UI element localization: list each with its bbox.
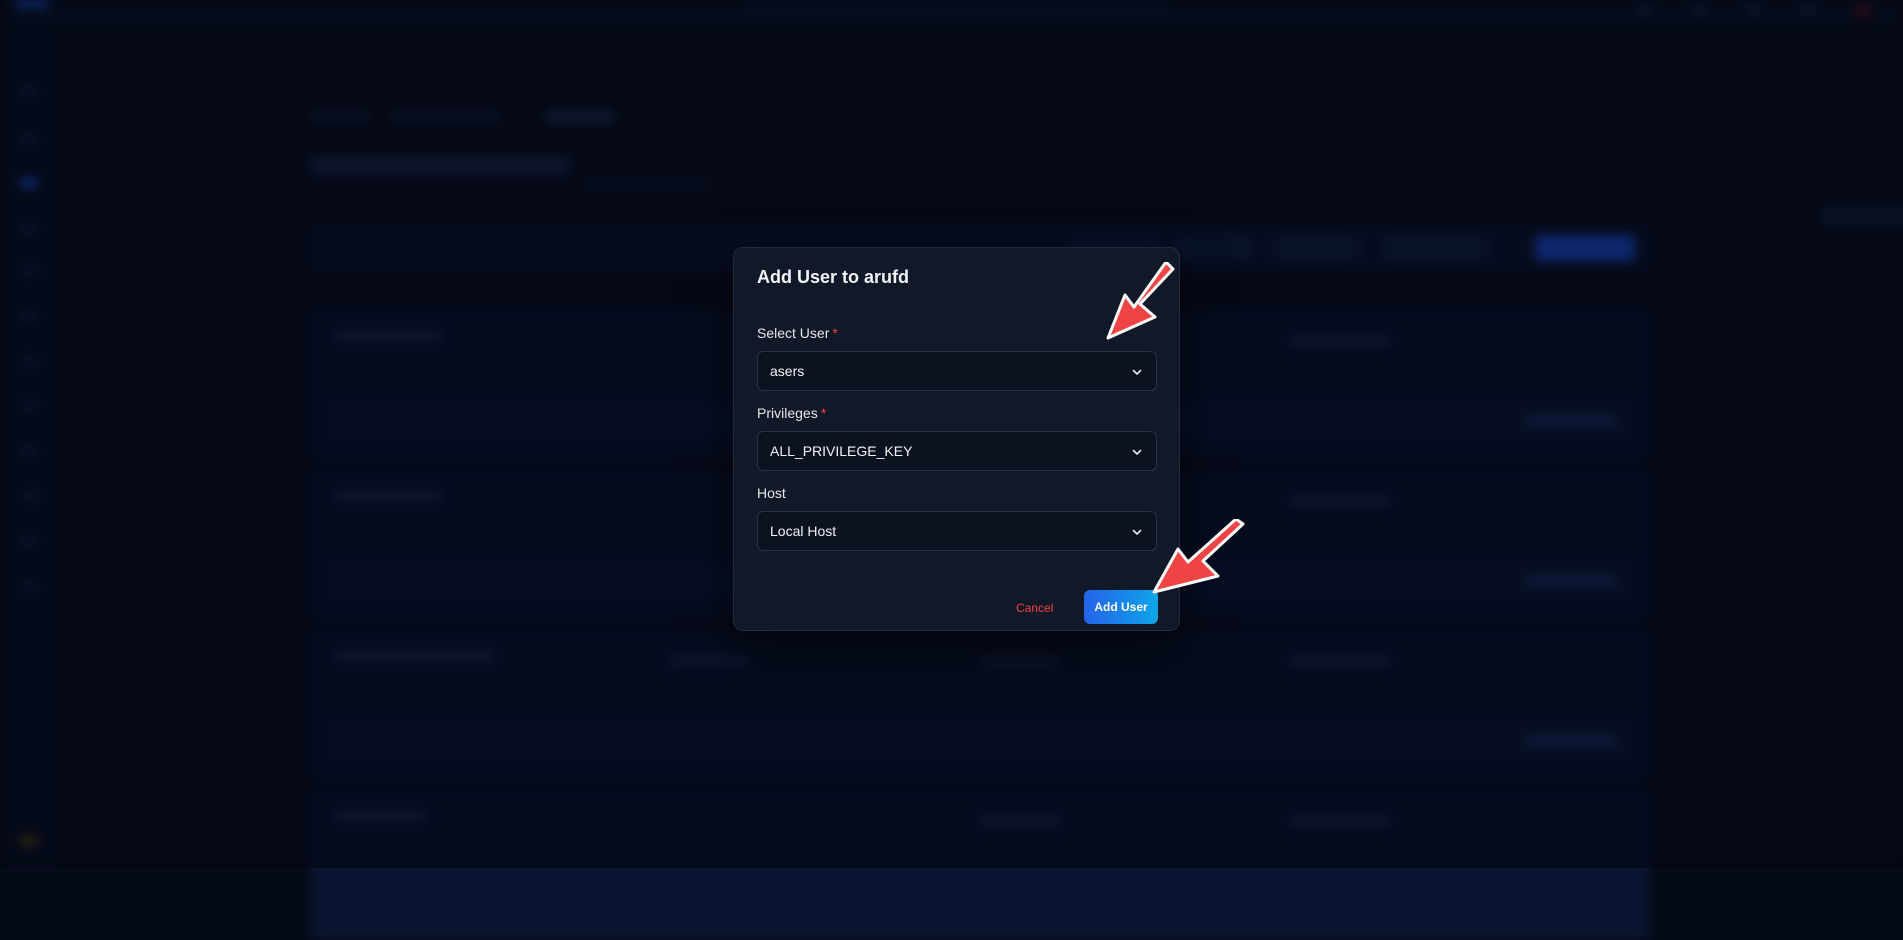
select-user-value: asers (770, 363, 804, 379)
host-value: Local Host (770, 523, 836, 539)
select-user-dropdown[interactable]: asers (757, 351, 1157, 391)
chevron-down-icon (1130, 525, 1144, 539)
host-dropdown[interactable]: Local Host (757, 511, 1157, 551)
add-user-button[interactable]: Add User (1084, 590, 1158, 624)
cancel-button[interactable]: Cancel (1016, 601, 1053, 615)
dialog-title: Add User to arufd (757, 267, 909, 288)
host-label: Host (757, 485, 786, 501)
privileges-label-text: Privileges (757, 405, 818, 421)
privileges-label: Privileges* (757, 405, 826, 421)
red-arrow-annotation (1148, 519, 1248, 599)
privileges-value: ALL_PRIVILEGE_KEY (770, 443, 912, 459)
select-user-label-text: Select User (757, 325, 829, 341)
required-mark: * (821, 405, 826, 421)
chevron-down-icon (1130, 365, 1144, 379)
privileges-dropdown[interactable]: ALL_PRIVILEGE_KEY (757, 431, 1157, 471)
red-arrow-annotation (1100, 262, 1180, 342)
select-user-label: Select User* (757, 325, 838, 341)
chevron-down-icon (1130, 445, 1144, 459)
required-mark: * (832, 325, 837, 341)
